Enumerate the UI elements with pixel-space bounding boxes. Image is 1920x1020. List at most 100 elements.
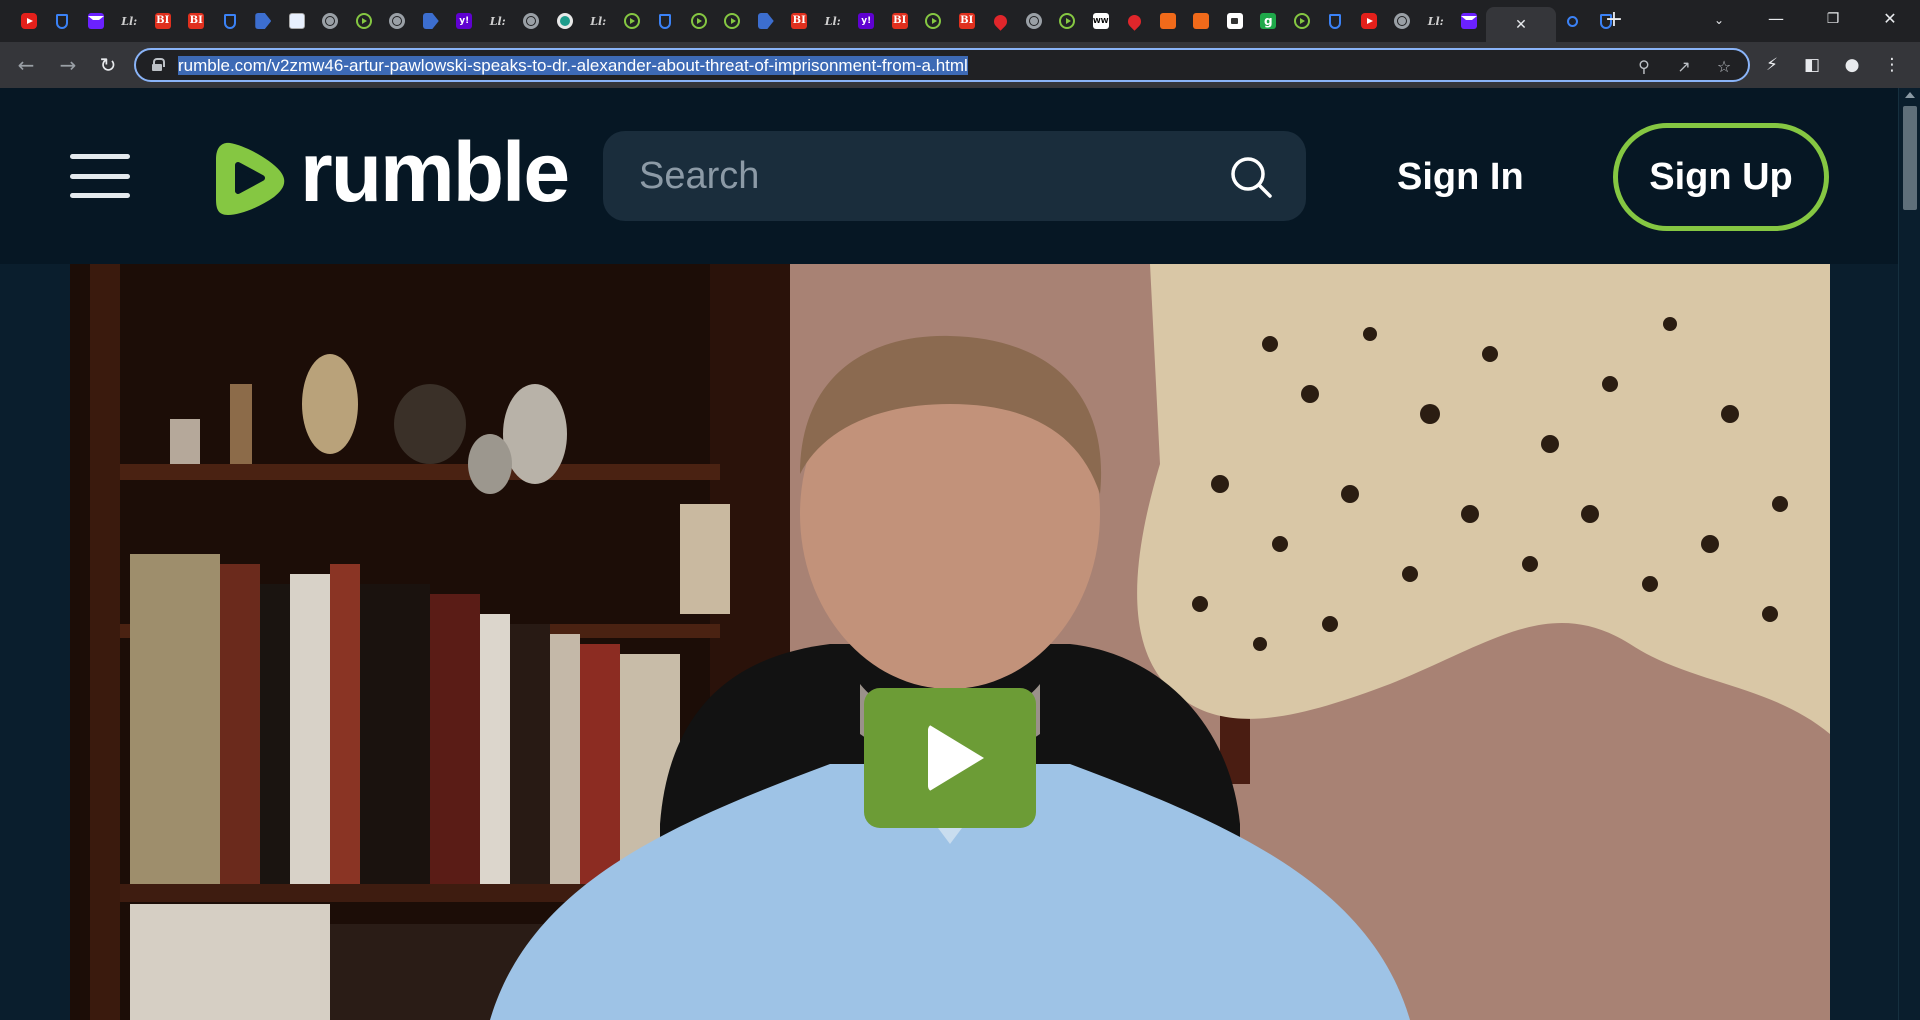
- browser-tabstrip: Ll: BI BI y! Ll: Ll: BI Ll: y! BI BI WW g Ll: ✕ + ⌄ — …: [0, 0, 1920, 42]
- rumble-icon: [623, 13, 640, 29]
- video-player[interactable]: [70, 264, 1830, 1020]
- browser-tab[interactable]: [1352, 7, 1386, 35]
- search-input[interactable]: [639, 153, 1199, 199]
- browser-tab[interactable]: [917, 7, 951, 35]
- browser-tab[interactable]: [347, 7, 381, 35]
- share-icon[interactable]: ↗: [1673, 56, 1695, 78]
- rumble-icon: [1059, 13, 1076, 29]
- browser-tab[interactable]: [1556, 7, 1590, 35]
- browser-tab[interactable]: Ll:: [481, 7, 515, 35]
- globe-icon: [389, 13, 406, 29]
- browser-tab[interactable]: WW: [1084, 7, 1118, 35]
- lock-icon[interactable]: [152, 58, 165, 71]
- browser-tab[interactable]: [280, 7, 314, 35]
- browser-tab[interactable]: [515, 7, 549, 35]
- address-bar[interactable]: rumble.com/v2zmw46-artur-pawlowski-speak…: [134, 48, 1750, 82]
- new-tab-button[interactable]: +: [1600, 6, 1628, 34]
- browser-tab[interactable]: [414, 7, 448, 35]
- close-window-icon[interactable]: ✕: [1862, 0, 1918, 38]
- browser-tab[interactable]: [1386, 7, 1420, 35]
- rumble-icon: [925, 13, 942, 29]
- sign-in-button[interactable]: Sign In: [1397, 152, 1524, 202]
- page-scrollbar[interactable]: [1898, 88, 1920, 1020]
- mail-icon: [1461, 13, 1478, 29]
- browser-tab[interactable]: BI: [180, 7, 214, 35]
- yahoo-icon: y!: [858, 13, 875, 29]
- browser-tab[interactable]: [615, 7, 649, 35]
- scrollbar-thumb[interactable]: [1903, 106, 1917, 210]
- teal-globe-icon: [556, 13, 573, 29]
- back-icon[interactable]: ←: [10, 49, 42, 81]
- browser-tab[interactable]: [716, 7, 750, 35]
- browser-tab[interactable]: Ll:: [113, 7, 147, 35]
- sign-up-button[interactable]: Sign Up: [1613, 123, 1829, 231]
- minimize-icon[interactable]: —: [1748, 0, 1804, 38]
- reload-icon[interactable]: ↻: [92, 49, 124, 81]
- browser-tab[interactable]: BI: [783, 7, 817, 35]
- browser-tab[interactable]: g: [1252, 7, 1286, 35]
- browser-tab[interactable]: [682, 7, 716, 35]
- bookmark-star-icon[interactable]: ☆: [1713, 56, 1735, 78]
- browser-tab[interactable]: BI: [883, 7, 917, 35]
- browser-tab[interactable]: [213, 7, 247, 35]
- browser-tab[interactable]: BI: [950, 7, 984, 35]
- rumble-icon: [690, 13, 707, 29]
- browser-tab[interactable]: y!: [850, 7, 884, 35]
- url-text[interactable]: rumble.com/v2zmw46-artur-pawlowski-speak…: [178, 56, 968, 76]
- browser-tab[interactable]: [1051, 7, 1085, 35]
- browser-tab[interactable]: [1218, 7, 1252, 35]
- browser-tab[interactable]: [1185, 7, 1219, 35]
- browser-tab[interactable]: [46, 7, 80, 35]
- globe-icon: [523, 13, 540, 29]
- browser-tab[interactable]: [1017, 7, 1051, 35]
- wsj-icon: Ll:: [590, 14, 607, 28]
- play-button[interactable]: [864, 688, 1036, 828]
- browser-tab[interactable]: [1453, 7, 1487, 35]
- browser-tab[interactable]: [649, 7, 683, 35]
- forward-icon[interactable]: →: [52, 49, 84, 81]
- browser-tab[interactable]: [1151, 7, 1185, 35]
- browser-tab[interactable]: [548, 7, 582, 35]
- pin-icon: [991, 11, 1010, 31]
- shield-icon: [56, 13, 69, 29]
- browser-tab[interactable]: Ll:: [1419, 7, 1453, 35]
- browser-tab[interactable]: [1319, 7, 1353, 35]
- profile-icon[interactable]: ●: [1840, 53, 1864, 77]
- browser-tab[interactable]: y!: [448, 7, 482, 35]
- browser-tab[interactable]: [247, 7, 281, 35]
- extensions-icon[interactable]: ⚡: [1760, 53, 1784, 77]
- browser-tab[interactable]: [749, 7, 783, 35]
- play-icon: [928, 724, 984, 792]
- mail-icon: [87, 13, 104, 29]
- browser-tab[interactable]: [12, 7, 46, 35]
- browser-tab[interactable]: [984, 7, 1018, 35]
- browser-tab[interactable]: BI: [146, 7, 180, 35]
- browser-tab[interactable]: [314, 7, 348, 35]
- rumble-logo[interactable]: rumble: [214, 125, 570, 219]
- tab-close-icon[interactable]: ✕: [1515, 17, 1527, 33]
- arrow-icon: [422, 13, 439, 29]
- browser-tab[interactable]: Ll:: [582, 7, 616, 35]
- scroll-up-arrow-icon[interactable]: [1905, 92, 1915, 98]
- shield-icon: [223, 13, 236, 29]
- browser-tab[interactable]: [381, 7, 415, 35]
- business-insider-icon: BI: [958, 13, 975, 29]
- search-icon[interactable]: [1229, 155, 1273, 199]
- browser-toolbar: ← → ↻ rumble.com/v2zmw46-artur-pawlowski…: [0, 42, 1920, 88]
- browser-tab[interactable]: Ll:: [816, 7, 850, 35]
- search-tab-icon: [1567, 15, 1579, 27]
- active-tab[interactable]: ✕: [1486, 7, 1556, 42]
- restore-icon[interactable]: ❐: [1805, 0, 1861, 38]
- shield-icon: [1329, 13, 1342, 29]
- browser-tab[interactable]: [1118, 7, 1152, 35]
- book-icon: [1193, 13, 1210, 29]
- side-panel-icon[interactable]: ◧: [1800, 53, 1824, 77]
- browser-tab[interactable]: [1285, 7, 1319, 35]
- rumble-page: rumble Sign In Sign Up: [0, 88, 1898, 1020]
- menu-icon[interactable]: ⋮: [1880, 53, 1904, 77]
- tab-search-icon[interactable]: ⌄: [1707, 8, 1731, 32]
- browser-tab[interactable]: [79, 7, 113, 35]
- wsj-icon: Ll:: [1427, 14, 1444, 28]
- zoom-icon[interactable]: ⚲: [1633, 56, 1655, 78]
- hamburger-menu-icon[interactable]: [70, 154, 130, 198]
